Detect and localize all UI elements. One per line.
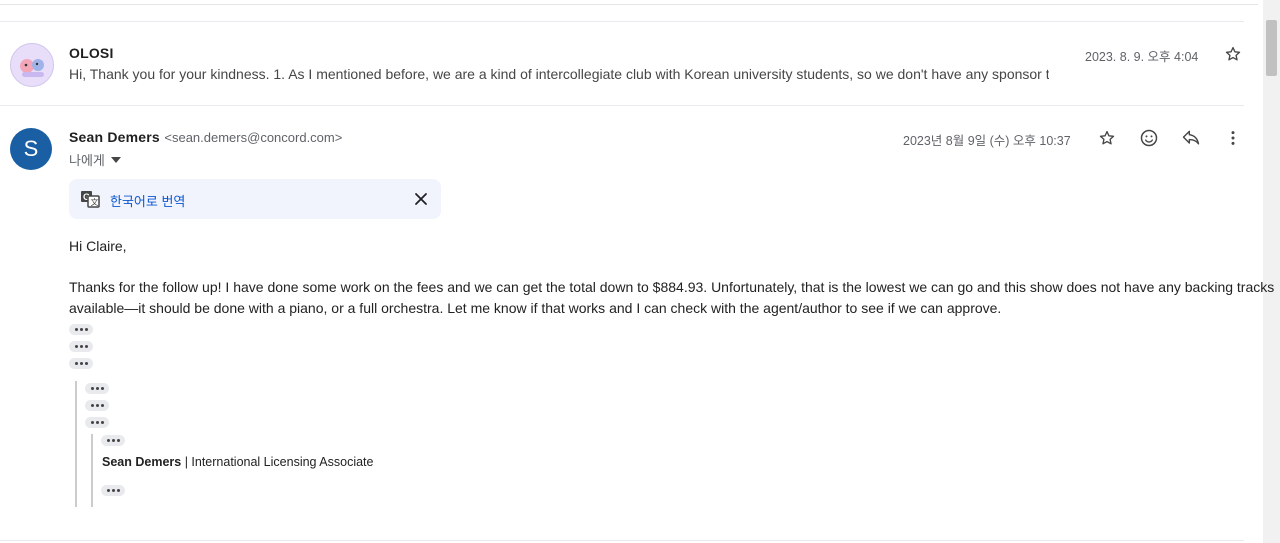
email-body-line: available—it should be done with a piano… (69, 300, 1002, 316)
ellipsis-icon (116, 489, 120, 492)
emoji-icon (1140, 129, 1158, 147)
message-date: 2023년 8월 9일 (수) 오후 10:37 (903, 134, 1071, 148)
show-trimmed-content-button[interactable] (85, 383, 109, 394)
top-divider (0, 0, 1258, 5)
star-icon (1099, 130, 1115, 145)
svg-text:文: 文 (91, 197, 99, 207)
translate-banner: G 文 한국어로 번역 (69, 179, 441, 219)
more-vert-icon (1231, 131, 1235, 145)
recipient-label: 나에게 (69, 153, 105, 168)
sender-email: <sean.demers@concord.com> (164, 130, 343, 145)
avatar[interactable]: S (10, 128, 52, 170)
close-icon (415, 193, 427, 205)
ellipsis-icon (84, 362, 88, 365)
quote-bar (75, 381, 77, 507)
star-button[interactable] (1095, 126, 1119, 150)
ellipsis-icon (90, 404, 94, 407)
ellipsis-icon (74, 328, 78, 331)
avatar-illustration-icon (11, 44, 53, 86)
star-button[interactable] (1221, 42, 1245, 66)
collapsed-message-olosi[interactable]: OLOSI Hi, Thank you for your kindness. 1… (0, 22, 1244, 106)
show-trimmed-content-button[interactable] (85, 400, 109, 411)
star-icon (1225, 46, 1241, 61)
ellipsis-icon (84, 328, 88, 331)
show-trimmed-content-button[interactable] (101, 485, 125, 496)
scrollbar-track[interactable] (1263, 0, 1280, 543)
ellipsis-icon (106, 439, 110, 442)
signature: Sean Demers | International Licensing As… (102, 455, 373, 469)
show-trimmed-content-button[interactable] (85, 417, 109, 428)
message-snippet: Hi, Thank you for your kindness. 1. As I… (69, 66, 1049, 82)
ellipsis-icon (95, 387, 99, 390)
ellipsis-icon (100, 387, 104, 390)
ellipsis-icon (100, 404, 104, 407)
ellipsis-icon (111, 439, 115, 442)
email-greeting: Hi Claire, (69, 238, 127, 254)
ellipsis-icon (95, 421, 99, 424)
translate-icon: G 文 (81, 191, 100, 208)
emoji-reaction-button[interactable] (1137, 126, 1161, 150)
message-date: 2023. 8. 9. 오후 4:04 (1085, 50, 1199, 64)
ellipsis-icon (116, 439, 120, 442)
ellipsis-icon (79, 328, 83, 331)
recipient-toggle[interactable]: 나에게 (69, 150, 121, 169)
sender-name: OLOSI (69, 45, 114, 61)
sender-name[interactable]: Sean Demers (69, 129, 160, 145)
ellipsis-icon (74, 345, 78, 348)
reply-button[interactable] (1179, 126, 1203, 150)
ellipsis-icon (100, 421, 104, 424)
ellipsis-icon (111, 489, 115, 492)
sender-line: Sean Demers <sean.demers@concord.com> (69, 129, 342, 147)
show-trimmed-content-button[interactable] (69, 341, 93, 352)
ellipsis-icon (106, 489, 110, 492)
ellipsis-icon (74, 362, 78, 365)
show-trimmed-content-button[interactable] (69, 358, 93, 369)
ellipsis-icon (90, 421, 94, 424)
show-trimmed-content-button[interactable] (101, 435, 125, 446)
ellipsis-icon (84, 345, 88, 348)
avatar-initial: S (23, 136, 39, 161)
ellipsis-icon (90, 387, 94, 390)
close-translate-button[interactable] (409, 187, 433, 211)
show-trimmed-content-button[interactable] (69, 324, 93, 335)
ellipsis-icon (79, 362, 83, 365)
bottom-divider (0, 540, 1244, 541)
reply-icon (1182, 130, 1200, 145)
scrollbar-thumb[interactable] (1266, 20, 1277, 76)
more-options-button[interactable] (1221, 126, 1245, 150)
avatar[interactable] (10, 43, 54, 87)
signature-name: Sean Demers (102, 455, 182, 469)
ellipsis-icon (79, 345, 83, 348)
email-body-line: Thanks for the follow up! I have done so… (69, 279, 1275, 295)
dropdown-arrow-icon (110, 156, 121, 163)
signature-title: | International Licensing Associate (181, 455, 374, 469)
message-divider (0, 105, 1244, 106)
ellipsis-icon (95, 404, 99, 407)
translate-link[interactable]: 한국어로 번역 (110, 191, 185, 210)
quote-bar (91, 434, 93, 507)
